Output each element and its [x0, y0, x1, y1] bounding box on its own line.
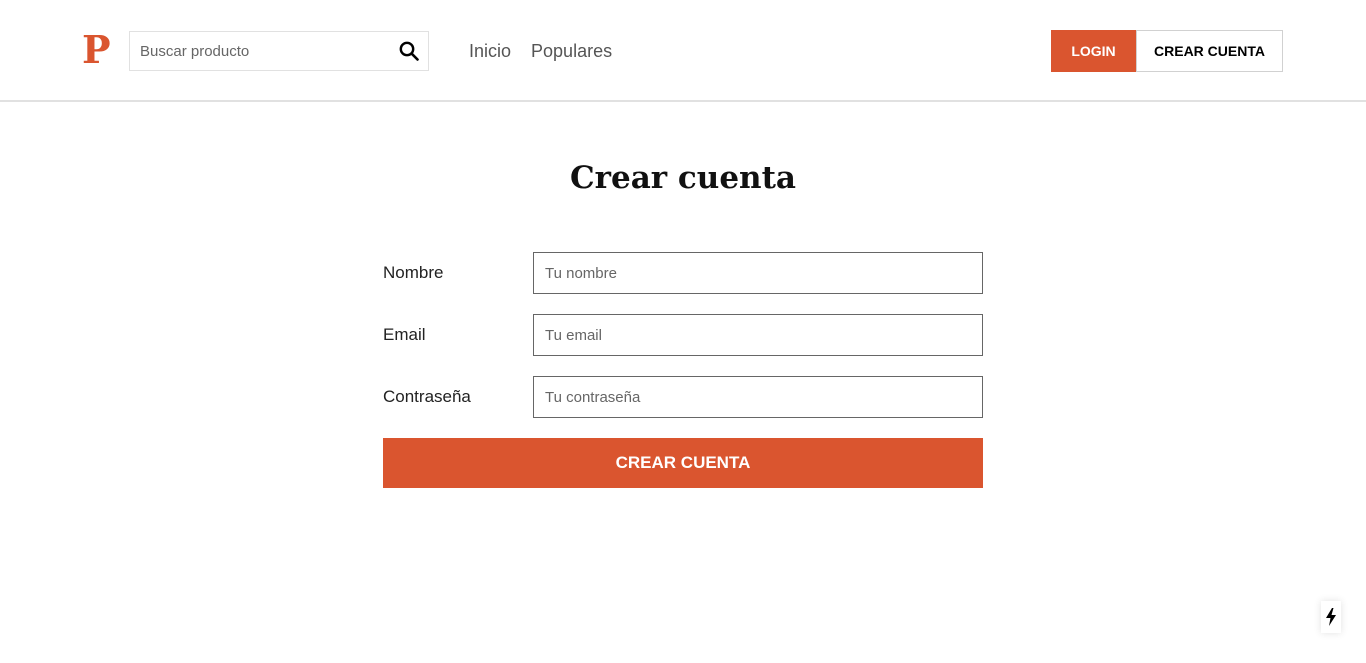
nombre-field[interactable]	[533, 252, 983, 294]
login-button[interactable]: LOGIN	[1051, 30, 1136, 72]
email-field[interactable]	[533, 314, 983, 356]
email-label: Email	[383, 325, 426, 344]
password-label: Contraseña	[383, 387, 471, 406]
form-row-nombre: Nombre	[383, 252, 983, 294]
logo[interactable]: P	[82, 28, 111, 72]
page-title: Crear cuenta	[569, 160, 797, 196]
main-nav: Inicio Populares	[469, 40, 612, 62]
search-input[interactable]	[130, 32, 390, 70]
search-icon[interactable]	[398, 40, 420, 62]
signup-button[interactable]: CREAR CUENTA	[1136, 30, 1283, 72]
nombre-label: Nombre	[383, 263, 444, 282]
nav-link-populares[interactable]: Populares	[531, 40, 612, 62]
form-row-email: Email	[383, 314, 983, 356]
password-field[interactable]	[533, 376, 983, 418]
nav-link-inicio[interactable]: Inicio	[469, 40, 511, 62]
lightning-icon[interactable]	[1321, 601, 1341, 633]
form-row-password: Contraseña	[383, 376, 983, 418]
submit-button[interactable]: CREAR CUENTA	[383, 438, 983, 488]
search-bar	[129, 31, 429, 71]
site-header: P Inicio Populares LOGIN CREAR CUENTA	[0, 0, 1366, 102]
